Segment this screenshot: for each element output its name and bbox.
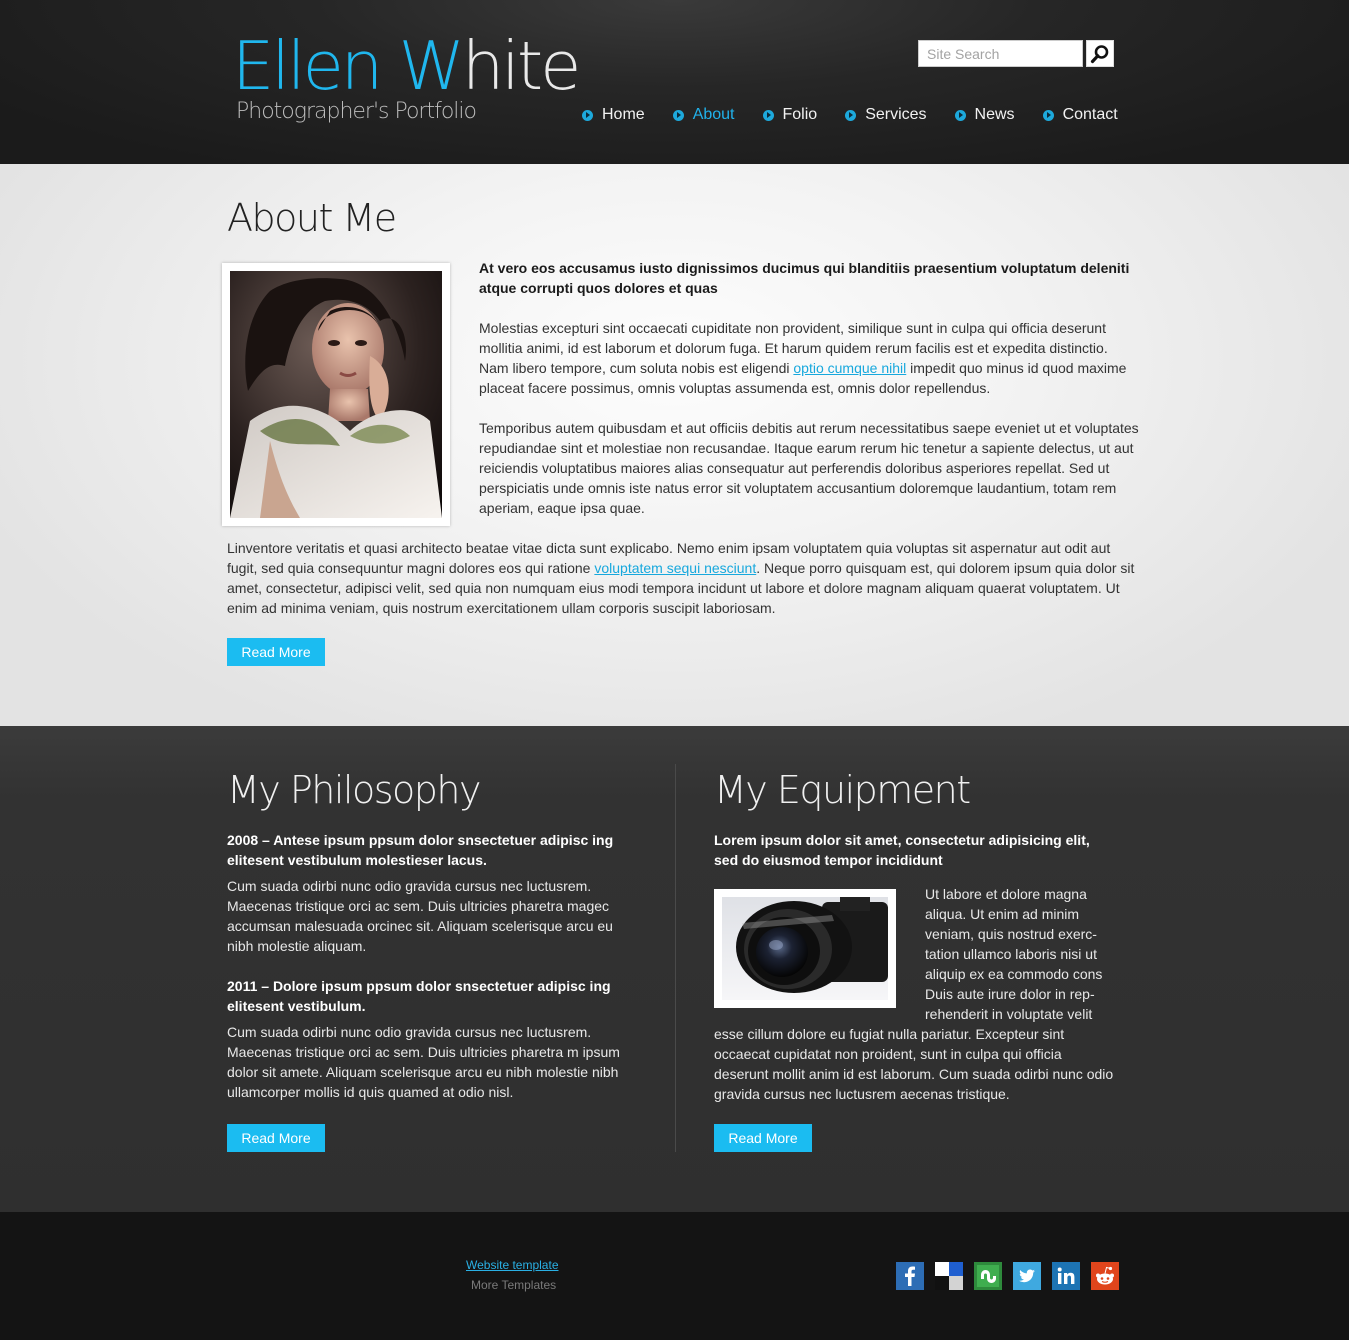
logo-last-name: White bbox=[398, 27, 582, 105]
camera-photo bbox=[722, 897, 888, 1000]
nav-services[interactable]: Services bbox=[845, 106, 927, 124]
philosophy-read-more-button[interactable]: Read More bbox=[227, 1124, 325, 1152]
nav-home[interactable]: Home bbox=[582, 106, 645, 124]
about-title: About Me bbox=[227, 196, 397, 240]
nav-news[interactable]: News bbox=[954, 106, 1015, 124]
about-read-more-button[interactable]: Read More bbox=[227, 638, 325, 666]
stumbleupon-icon[interactable] bbox=[974, 1262, 1002, 1290]
arrow-bullet-icon bbox=[954, 109, 966, 121]
arrow-bullet-icon bbox=[672, 109, 684, 121]
arrow-bullet-icon bbox=[845, 109, 857, 121]
nav-contact[interactable]: Contact bbox=[1042, 106, 1118, 124]
philosophy-text-2: Cum suada odirbi nunc odio gravida cursu… bbox=[227, 1024, 620, 1100]
equipment-wrap-text: Ut labore et dolore magna aliqua. Ut eni… bbox=[925, 886, 1103, 1022]
column-divider bbox=[675, 764, 676, 1152]
nav-label: Services bbox=[865, 106, 927, 123]
nav-label: Contact bbox=[1062, 106, 1118, 123]
about-lead: At vero eos accusamus iusto dignissimos … bbox=[479, 260, 1130, 296]
more-templates-text: More Templates bbox=[471, 1278, 557, 1292]
search-input[interactable] bbox=[918, 40, 1083, 67]
philosophy-title: My Philosophy bbox=[227, 768, 481, 812]
logo-first-name: Ellen bbox=[232, 27, 383, 105]
portrait-frame bbox=[222, 263, 450, 526]
arrow-bullet-icon bbox=[1042, 109, 1054, 121]
about-paragraph-1: Molestias excepturi sint occaecati cupid… bbox=[479, 320, 1127, 396]
equipment-text: esse cillum dolore eu fugiat nulla paria… bbox=[714, 1026, 1114, 1102]
inline-link[interactable]: optio cumque nihil bbox=[793, 360, 906, 376]
nav-label: Folio bbox=[782, 106, 818, 123]
site-header: Ellen White Photographer's Portfolio Hom… bbox=[0, 0, 1349, 164]
site-footer bbox=[0, 1212, 1349, 1340]
twitter-icon[interactable] bbox=[1013, 1262, 1041, 1290]
equipment-lead: Lorem ipsum dolor sit amet, consectetur … bbox=[714, 832, 1090, 868]
equipment-read-more-button[interactable]: Read More bbox=[714, 1124, 812, 1152]
search-icon bbox=[1090, 44, 1109, 63]
nav-folio[interactable]: Folio bbox=[762, 106, 818, 124]
reddit-icon[interactable] bbox=[1091, 1262, 1119, 1290]
nav-about[interactable]: About bbox=[672, 106, 735, 124]
philosophy-lead-2: 2011 – Dolore ipsum ppsum dolor snsectet… bbox=[227, 978, 611, 1014]
main-nav: Home About Folio Services News Contact bbox=[582, 106, 1118, 124]
social-links bbox=[896, 1262, 1119, 1290]
facebook-icon[interactable] bbox=[896, 1262, 924, 1290]
about-paragraph-3: Linventore veritatis et quasi architecto… bbox=[227, 540, 1135, 616]
about-paragraph-2: Temporibus autem quibusdam et aut offici… bbox=[479, 420, 1139, 516]
nav-label: News bbox=[974, 106, 1015, 123]
nav-label: Home bbox=[602, 106, 645, 123]
camera-frame bbox=[714, 889, 896, 1008]
philosophy-text-1: Cum suada odirbi nunc odio gravida cursu… bbox=[227, 878, 613, 954]
website-template-link[interactable]: Website template bbox=[466, 1258, 559, 1272]
arrow-bullet-icon bbox=[762, 109, 774, 121]
nav-label: About bbox=[692, 106, 735, 123]
search-button[interactable] bbox=[1086, 40, 1114, 67]
portrait-photo bbox=[230, 271, 442, 518]
linkedin-icon[interactable] bbox=[1052, 1262, 1080, 1290]
philosophy-lead-1: 2008 – Antese ipsum ppsum dolor snsectet… bbox=[227, 832, 614, 868]
inline-link[interactable]: voluptatem sequi nesciunt bbox=[594, 560, 756, 576]
arrow-bullet-icon bbox=[582, 109, 593, 121]
logo-tagline: Photographer's Portfolio bbox=[236, 99, 477, 124]
delicious-icon[interactable] bbox=[935, 1262, 963, 1290]
equipment-title: My Equipment bbox=[714, 768, 971, 812]
logo[interactable]: Ellen White bbox=[232, 26, 582, 106]
